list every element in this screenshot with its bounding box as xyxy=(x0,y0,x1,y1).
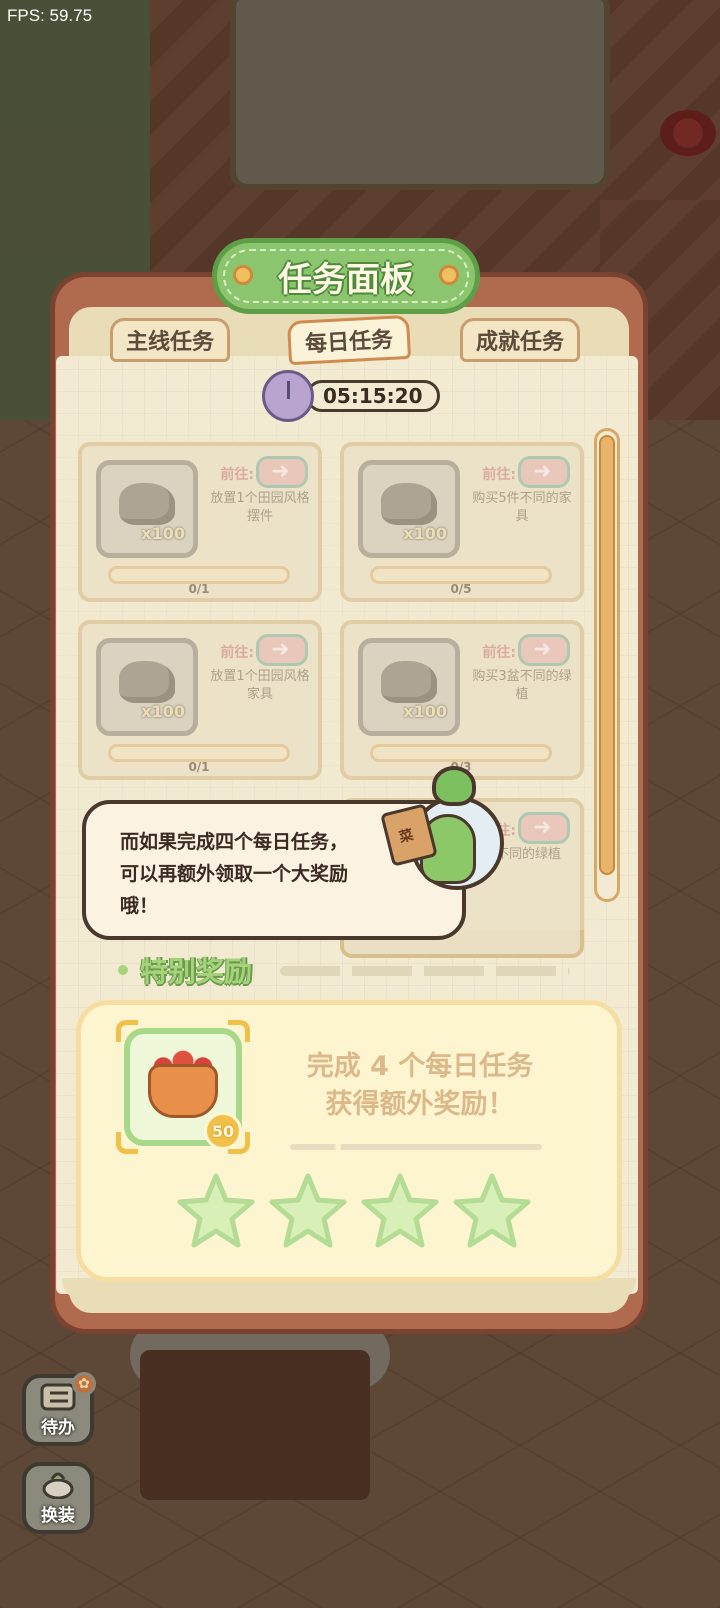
dashed-divider xyxy=(280,966,570,976)
stone-item-icon xyxy=(119,483,175,525)
star-empty-icon xyxy=(361,1173,439,1248)
star-empty-icon xyxy=(269,1173,347,1248)
goto-label: 前往: xyxy=(220,467,254,483)
daily-task-card: x100 前往: 放置1个田园风格家具 0/1 xyxy=(78,620,322,780)
dialog-line: 哦！ xyxy=(120,895,159,917)
task-progress-text: 0/5 xyxy=(450,582,472,596)
reward-quantity: x100 xyxy=(141,702,185,721)
daily-task-card: x100 前往: 放置1个田园风格摆件 0/1 xyxy=(78,442,322,602)
task-description: 放置1个田园风格家具 xyxy=(210,669,310,702)
tab-main-quests[interactable]: 主线任务 xyxy=(110,318,230,362)
todo-label: 待办 xyxy=(41,1418,75,1438)
goto-arrow-button[interactable] xyxy=(518,812,570,844)
basket-icon xyxy=(148,1064,218,1118)
fps-counter: FPS: 59.75 xyxy=(7,6,93,25)
goto-label: 前往: xyxy=(482,467,516,483)
title-bead-right xyxy=(439,265,459,285)
corner-bracket xyxy=(116,1020,138,1042)
tab-main-quests-label: 主线任务 xyxy=(125,330,214,355)
task-list-scrollbar[interactable] xyxy=(594,428,620,902)
goto-label: 前往: xyxy=(220,645,254,661)
reward-quantity: x100 xyxy=(403,702,447,721)
timer-value: 05:15:20 xyxy=(306,380,440,412)
reward-separator xyxy=(290,1144,542,1150)
reward-quantity: x100 xyxy=(403,524,447,543)
reward-item-slot: x100 xyxy=(96,638,198,736)
corner-bracket xyxy=(116,1132,138,1154)
dress-up-button[interactable]: 换装 xyxy=(22,1462,94,1534)
reward-item-slot: x100 xyxy=(358,638,460,736)
scrollbar-thumb[interactable] xyxy=(599,435,615,875)
reward-quantity: x100 xyxy=(141,524,185,543)
goto-arrow-button[interactable] xyxy=(256,634,308,666)
reward-count-badge: 50 xyxy=(204,1112,242,1150)
clock-heart-icon xyxy=(262,370,314,422)
bullet-dot xyxy=(118,965,128,975)
star-empty-icon xyxy=(453,1173,531,1248)
goto-arrow-button[interactable] xyxy=(256,456,308,488)
task-description: 放置1个田园风格摆件 xyxy=(210,491,310,524)
daily-reset-timer: 05:15:20 xyxy=(262,370,440,422)
book-label: 菜 xyxy=(397,827,416,847)
title-bead-left xyxy=(233,265,253,285)
star-empty-icon xyxy=(177,1173,255,1248)
flower-badge-icon: ✿ xyxy=(72,1372,96,1396)
special-reward-line1: 完成 4 个每日任务 xyxy=(306,1051,534,1082)
stone-item-icon xyxy=(381,661,437,703)
daily-task-card: x100 前往: 购买3盆不同的绿植 0/3 xyxy=(340,620,584,780)
tab-achievement-quests-label: 成就任务 xyxy=(475,330,564,355)
special-reward-line2: 获得额外奖励！ xyxy=(325,1089,515,1120)
dialog-line: 可以再额外领取一个大奖励 xyxy=(120,863,349,885)
stone-item-icon xyxy=(381,483,437,525)
special-reward-title: 特别奖励 xyxy=(140,955,253,988)
goto-arrow-button[interactable] xyxy=(518,634,570,666)
task-description: 购买5件不同的家具 xyxy=(472,491,572,524)
bonus-reward-slot[interactable]: 50 xyxy=(116,1020,250,1154)
special-reward-header: 特别奖励 xyxy=(118,950,252,990)
special-reward-description: 完成 4 个每日任务 获得额外奖励！ xyxy=(280,1048,560,1124)
reward-item-slot: x100 xyxy=(96,460,198,558)
task-progress-text: 0/1 xyxy=(188,760,210,774)
task-progress-text: 0/1 xyxy=(188,582,210,596)
radish-mascot-character: 菜 xyxy=(380,766,508,896)
goto-label: 前往: xyxy=(482,645,516,661)
task-description: 购买3盆不同的绿植 xyxy=(472,669,572,702)
tab-achievement-quests[interactable]: 成就任务 xyxy=(460,318,580,362)
dialog-line: 而如果完成四个每日任务， xyxy=(120,831,349,853)
daily-task-card: x100 前往: 购买5件不同的家具 0/5 xyxy=(340,442,584,602)
stone-item-icon xyxy=(119,661,175,703)
todo-button[interactable]: ✿ 待办 xyxy=(22,1372,96,1446)
dress-up-label: 换装 xyxy=(41,1506,75,1526)
tab-daily-quests-label: 每日任务 xyxy=(304,327,394,358)
corner-bracket xyxy=(228,1020,250,1042)
mascot-leaf xyxy=(432,766,476,806)
tab-daily-quests[interactable]: 每日任务 xyxy=(286,314,412,366)
radish-character-icon xyxy=(42,1472,74,1499)
task-panel-title-badge: 任务面板 xyxy=(212,238,480,314)
goto-arrow-button[interactable] xyxy=(518,456,570,488)
completion-stars xyxy=(176,1172,532,1252)
task-panel-title: 任务面板 xyxy=(278,259,414,300)
reward-item-slot: x100 xyxy=(358,460,460,558)
checklist-icon xyxy=(40,1383,76,1411)
